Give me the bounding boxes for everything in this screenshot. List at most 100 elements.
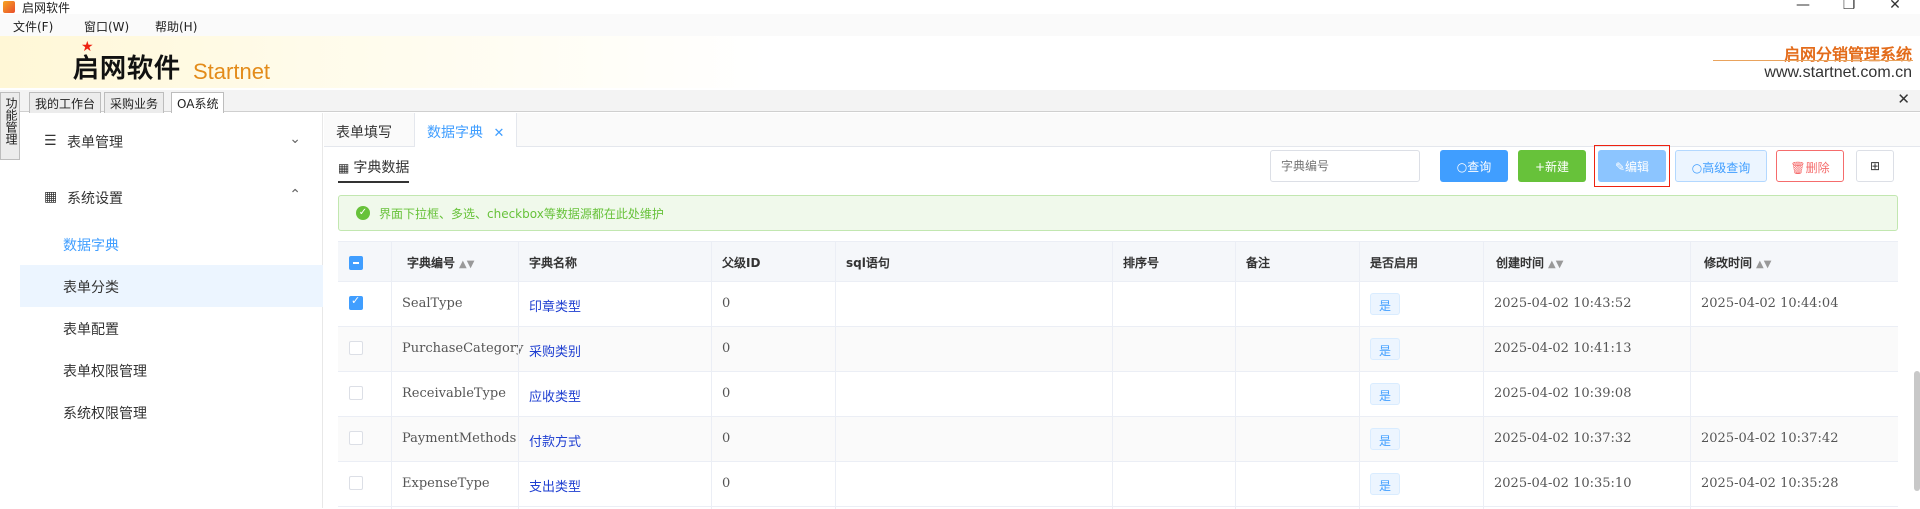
sidebar-group-label: 表单管理 <box>67 135 123 151</box>
vertical-scrollbar[interactable] <box>1914 371 1920 491</box>
cell-created: 2025-04-02 10:39:08 <box>1494 386 1632 401</box>
sidebar-group-label: 系统设置 <box>67 191 123 207</box>
row-checkbox[interactable] <box>349 386 363 400</box>
sidebar-item-form-config[interactable]: 表单配置 <box>20 307 323 349</box>
advanced-query-button[interactable]: ○高级查询 <box>1675 150 1767 182</box>
panel-title: ▦ 字典数据 <box>338 157 410 183</box>
cell-created: 2025-04-02 10:37:32 <box>1494 431 1632 446</box>
column-header-note: 备注 <box>1246 256 1271 270</box>
column-divider <box>835 242 836 509</box>
column-divider <box>1690 242 1691 509</box>
sidebar-item-label: 表单配置 <box>63 322 119 338</box>
sort-icon: ▲▼ <box>459 259 475 270</box>
sidebar-group-form-management[interactable]: ☰ 表单管理 ⌄ <box>20 121 323 161</box>
sidebar-group-system-settings[interactable]: ▦ 系统设置 ⌃ <box>20 177 323 217</box>
cell-parent: 0 <box>722 296 731 311</box>
check-circle-icon: ✓ <box>356 206 370 220</box>
chevron-down-icon: ⌄ <box>289 131 301 147</box>
dictionary-code-search-input[interactable] <box>1270 150 1420 182</box>
close-tab-icon[interactable]: ✕ <box>493 126 504 141</box>
tab-label: 表单填写 <box>336 125 392 141</box>
cell-parent: 0 <box>722 386 731 401</box>
tab-purchase[interactable]: 采购业务 <box>104 92 165 113</box>
column-header-created[interactable]: 创建时间 ▲▼ <box>1496 254 1563 271</box>
edit-button[interactable]: ✎编辑 <box>1598 150 1666 182</box>
cell-code: ExpenseType <box>402 476 490 491</box>
menu-file[interactable]: 文件(F) <box>13 18 53 35</box>
delete-button[interactable]: 🗑删除 <box>1776 150 1844 182</box>
cell-name[interactable]: 付款方式 <box>529 431 581 450</box>
row-checkbox[interactable] <box>349 341 363 355</box>
logo-text-cn: 启网软件 <box>73 54 182 84</box>
column-header-name: 字典名称 <box>529 256 578 270</box>
maximize-button[interactable]: ❐ <box>1834 0 1864 13</box>
sidebar-item-system-permission[interactable]: 系统权限管理 <box>20 391 323 433</box>
row-checkbox[interactable] <box>349 431 363 445</box>
table-row[interactable]: SealType 印章类型 0 是 2025-04-02 10:43:52 20… <box>338 282 1898 327</box>
close-button[interactable]: ✕ <box>1880 0 1910 13</box>
tab-my-workbench[interactable]: 我的工作台 <box>29 92 102 113</box>
table-row[interactable]: PurchaseCategory 采购类别 0 是 2025-04-02 10:… <box>338 327 1898 372</box>
sidebar-item-form-permission[interactable]: 表单权限管理 <box>20 349 323 391</box>
close-module-icon[interactable]: ✕ <box>1897 90 1910 108</box>
system-name: 启网分销管理系统 <box>1783 45 1912 64</box>
new-button[interactable]: +新建 <box>1518 150 1586 182</box>
menu-help[interactable]: 帮助(H) <box>155 18 197 35</box>
sort-icon: ▲▼ <box>1548 259 1564 270</box>
cell-created: 2025-04-02 10:41:13 <box>1494 341 1632 356</box>
info-alert: ✓ 界面下拉框、多选、checkbox等数据源都在此处维护 <box>338 195 1898 231</box>
column-header-parent: 父级ID <box>722 256 761 270</box>
sidebar-item-label: 表单分类 <box>63 280 119 296</box>
menu-window[interactable]: 窗口(W) <box>84 18 129 35</box>
tab-form-fill[interactable]: 表单填写 <box>324 113 404 147</box>
row-checkbox[interactable] <box>349 476 363 490</box>
row-checkbox[interactable] <box>349 294 363 310</box>
alert-message: 界面下拉框、多选、checkbox等数据源都在此处维护 <box>379 207 664 221</box>
sidebar-item-form-category[interactable]: 表单分类 <box>20 265 323 307</box>
cell-created: 2025-04-02 10:43:52 <box>1494 296 1632 311</box>
enabled-tag: 是 <box>1370 383 1400 405</box>
cell-name[interactable]: 印章类型 <box>529 296 581 315</box>
column-header-modified[interactable]: 修改时间 ▲▼ <box>1704 254 1771 271</box>
sidebar: ☰ 表单管理 ⌄ ▦ 系统设置 ⌃ 数据字典 表单分类 表单配置 表单权限管理 … <box>20 113 323 508</box>
table-row[interactable]: ReceivableType 应收类型 0 是 2025-04-02 10:39… <box>338 372 1898 417</box>
function-panel-label: 功能管理 <box>4 97 18 145</box>
cell-created: 2025-04-02 10:35:10 <box>1494 476 1632 491</box>
main-content: 表单填写 数据字典 ✕ ▦字典数据 ○查询 +新建 ✎编辑 ○高级查询 🗑删除 … <box>324 113 1920 509</box>
cell-name[interactable]: 支出类型 <box>529 476 581 495</box>
cell-modified: 2025-04-02 10:44:04 <box>1701 296 1839 311</box>
query-button[interactable]: ○查询 <box>1440 150 1508 182</box>
cell-code: ReceivableType <box>402 386 506 401</box>
dictionary-table: 字典编号 ▲▼ 字典名称 父级ID sql语句 排序号 备注 是否启用 创建时间 ▲… <box>338 241 1898 509</box>
column-divider <box>1359 242 1360 509</box>
panel-title-label: 字典数据 <box>353 160 410 176</box>
logo-text-en: Startnet <box>193 59 271 84</box>
enabled-tag: 是 <box>1370 473 1400 495</box>
function-panel-toggle[interactable]: 功能管理 <box>0 92 20 160</box>
column-settings-button[interactable]: ⊞ <box>1856 150 1894 182</box>
column-header-code[interactable]: 字典编号 ▲▼ <box>407 254 474 271</box>
module-tab-bar <box>0 90 1920 112</box>
column-header-enabled: 是否启用 <box>1370 256 1419 270</box>
cell-parent: 0 <box>722 431 731 446</box>
cell-name[interactable]: 应收类型 <box>529 386 581 405</box>
grid-icon: ▦ <box>44 189 58 205</box>
column-divider <box>1483 242 1484 509</box>
company-url: www.startnet.com.cn <box>1764 64 1912 81</box>
cell-name[interactable]: 采购类别 <box>529 341 581 360</box>
table-row[interactable]: PaymentMethods 付款方式 0 是 2025-04-02 10:37… <box>338 417 1898 462</box>
content-tab-bar: 表单填写 数据字典 ✕ <box>324 113 1920 147</box>
cell-code: PurchaseCategory <box>402 341 524 356</box>
minimize-button[interactable]: — <box>1788 0 1818 13</box>
tab-oa-system[interactable]: OA系统 <box>171 92 225 113</box>
divider <box>1713 60 1913 61</box>
sidebar-item-data-dictionary[interactable]: 数据字典 <box>20 223 323 265</box>
table-row[interactable]: ExpenseType 支出类型 0 是 2025-04-02 10:35:10… <box>338 462 1898 507</box>
select-all-checkbox[interactable] <box>349 256 363 270</box>
sliders-icon: ☰ <box>44 133 57 149</box>
tab-data-dictionary[interactable]: 数据字典 ✕ <box>414 113 518 147</box>
cell-modified: 2025-04-02 10:35:28 <box>1701 476 1839 491</box>
cell-parent: 0 <box>722 341 731 356</box>
table-header: 字典编号 ▲▼ 字典名称 父级ID sql语句 排序号 备注 是否启用 创建时间 ▲… <box>338 242 1898 282</box>
column-divider <box>518 242 519 509</box>
